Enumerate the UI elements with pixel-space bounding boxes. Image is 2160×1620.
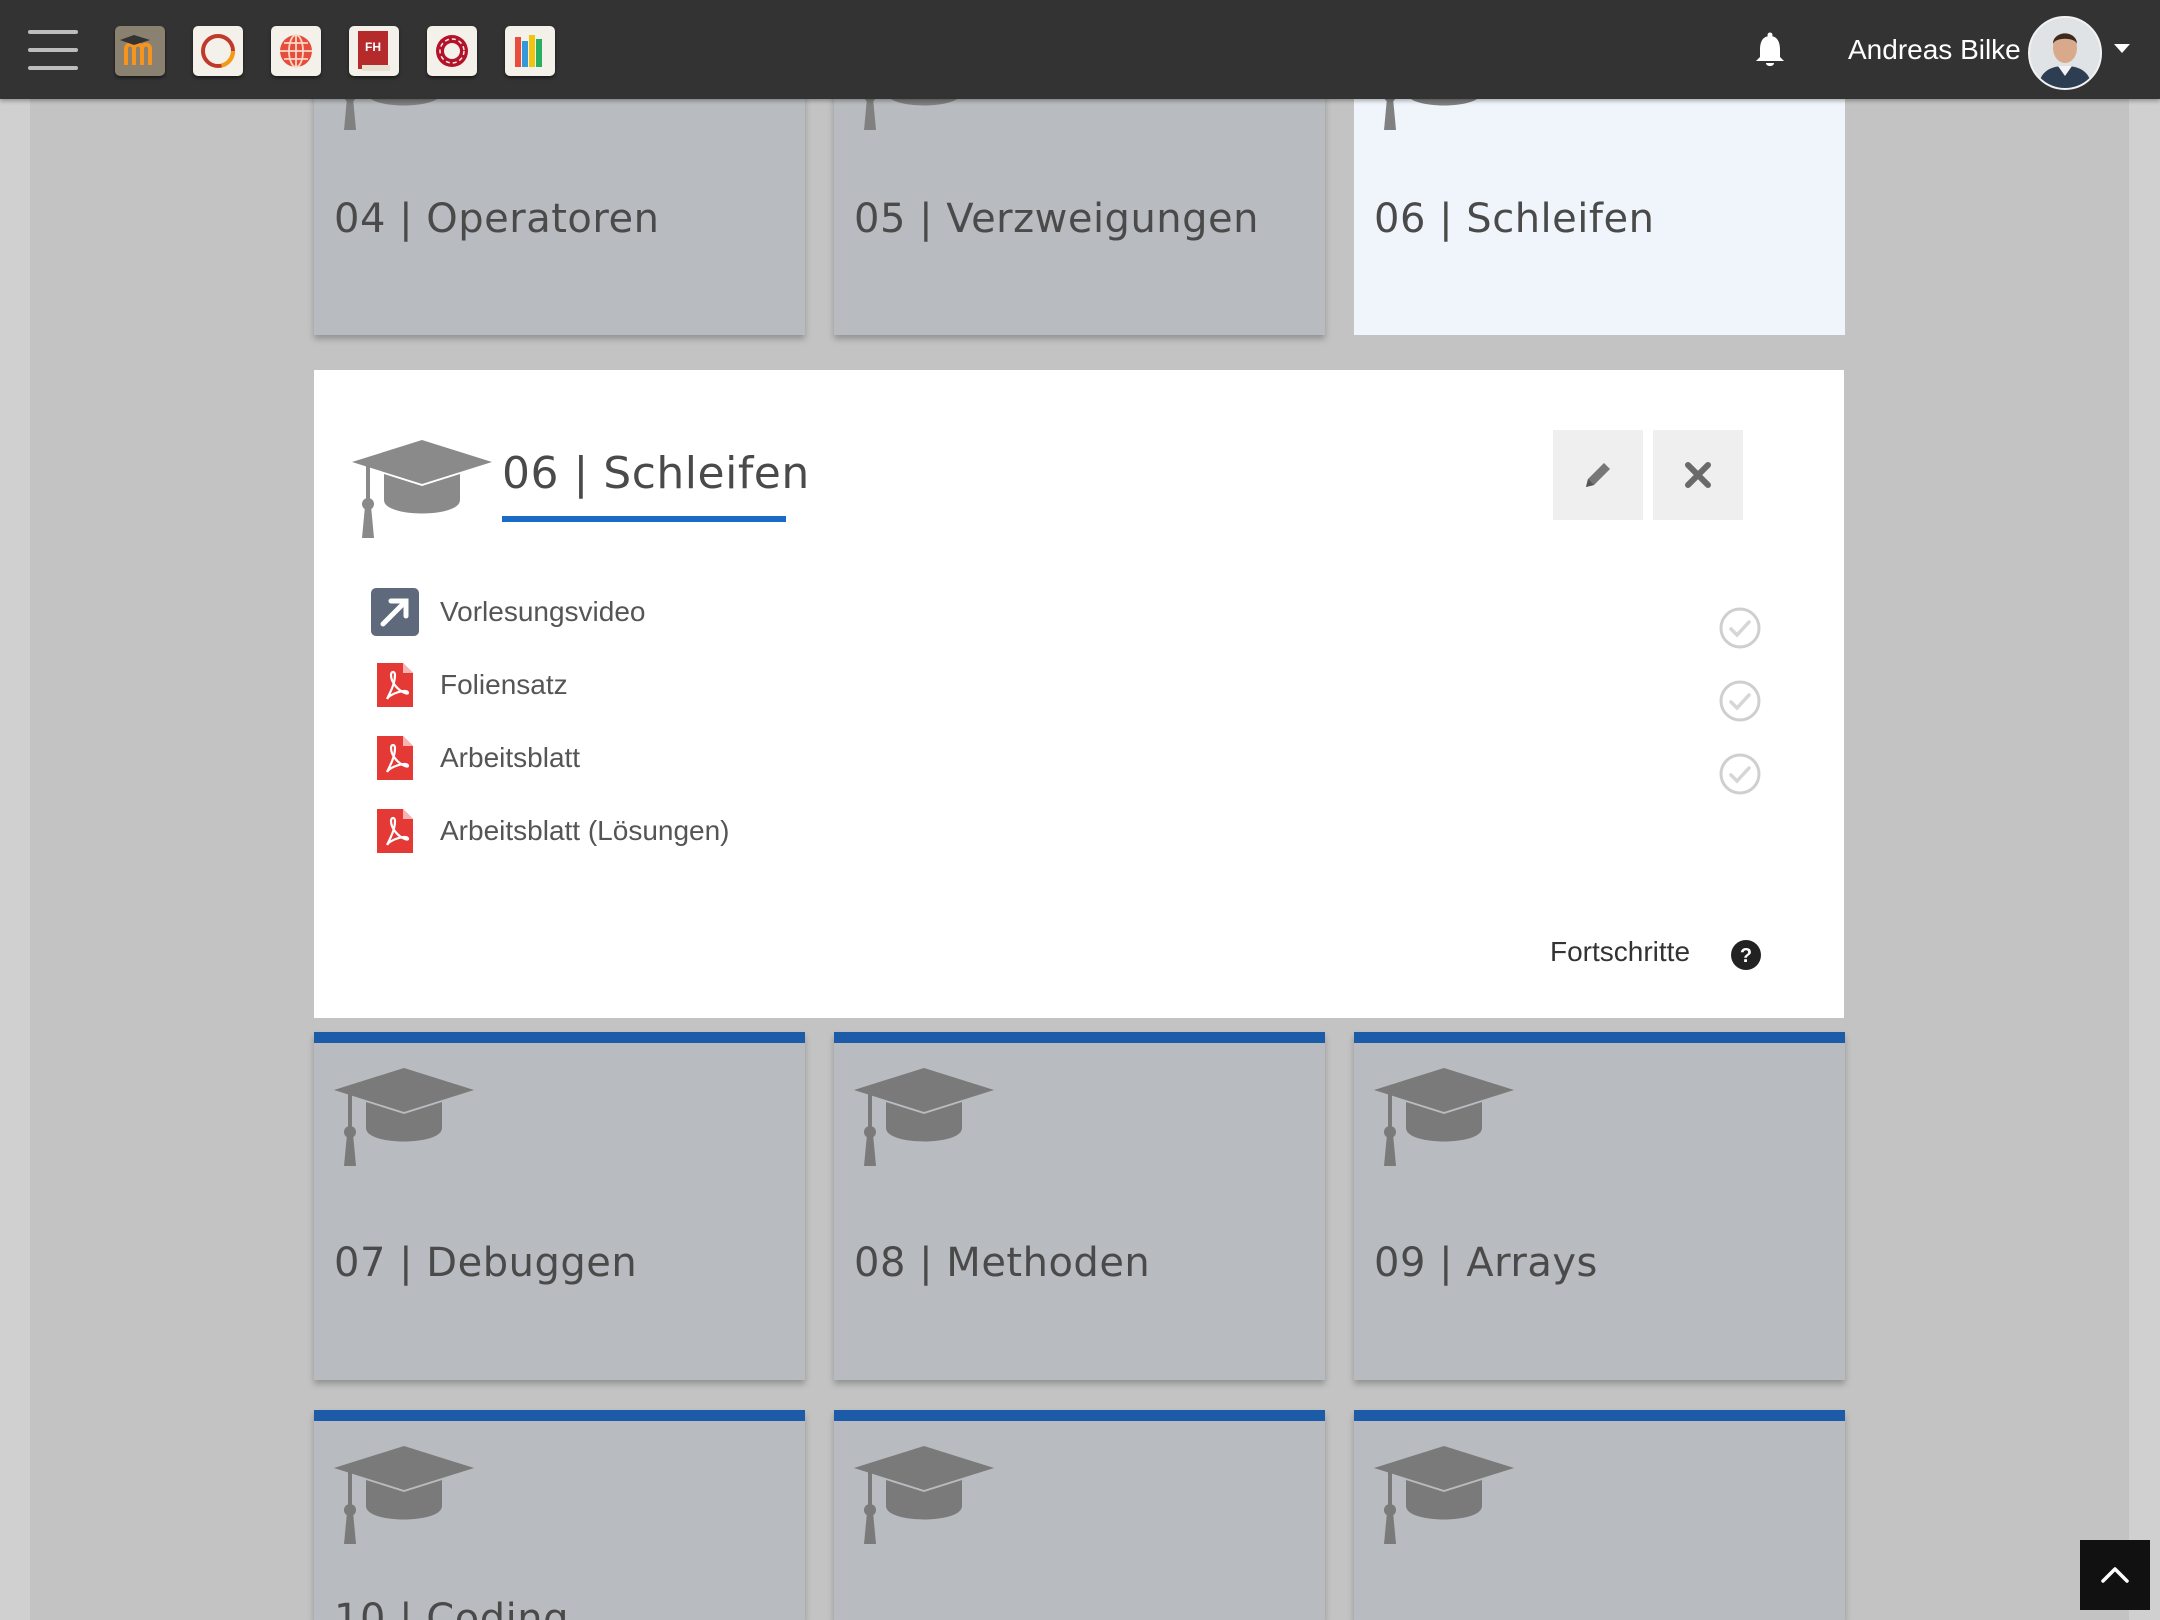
tile-title: 05 | Verzweigungen [854,196,1259,242]
avatar[interactable] [2028,16,2102,90]
graduation-cap-icon [350,438,494,542]
portal-icon[interactable] [427,26,477,76]
moodle-icon[interactable] [115,26,165,76]
menu-toggle-button[interactable] [28,30,78,70]
expanded-section-panel: 06 | Schleifen Vorlesungsvideo Foliensat… [314,370,1844,1018]
graduation-cap-icon [1372,1444,1516,1548]
section-tile-11[interactable] [834,1410,1325,1620]
tile-accent-bar [1354,1410,1845,1421]
tile-accent-bar [314,1032,805,1043]
section-tile-04[interactable]: 04 | Operatoren [314,60,805,335]
activity-link[interactable]: Arbeitsblatt (Lösungen) [440,815,730,847]
fh-book-icon[interactable]: FH [349,26,399,76]
close-section-button[interactable] [1653,430,1743,520]
user-name[interactable]: Andreas Bilke [1848,34,2021,66]
graduation-cap-icon [332,1066,476,1170]
graduation-cap-icon [852,1444,996,1548]
help-icon[interactable]: ? [1730,939,1762,971]
section-title: 06 | Schleifen [502,448,810,499]
section-title-underline [502,516,786,522]
tile-title: 04 | Operatoren [334,196,660,242]
pdf-icon [370,804,420,858]
activity-item[interactable]: Arbeitsblatt [370,731,970,785]
top-navbar: FH Andreas Bilke [0,0,2160,99]
close-icon [1685,462,1711,488]
tile-accent-bar [314,1410,805,1421]
svg-text:FH: FH [365,40,381,54]
section-tile-05[interactable]: 05 | Verzweigungen [834,60,1325,335]
section-tile-10[interactable]: 10 | Coding [314,1410,805,1620]
activity-link[interactable]: Foliensatz [440,669,568,701]
chevron-up-icon [2101,1567,2129,1583]
graduation-cap-icon [852,1066,996,1170]
tile-accent-bar [834,1410,1325,1421]
tile-title: 07 | Debuggen [334,1240,638,1286]
activity-item[interactable]: Foliensatz [370,658,970,712]
graduation-cap-icon [332,1444,476,1548]
section-tile-12[interactable] [1354,1410,1845,1620]
graduation-cap-icon [1372,1066,1516,1170]
tile-accent-bar [1354,1032,1845,1043]
library-icon[interactable] [505,26,555,76]
ring-icon[interactable] [193,26,243,76]
progress-label: Fortschritte [1550,936,1691,967]
activity-item[interactable]: Arbeitsblatt (Lösungen) [370,804,970,858]
url-link-icon [370,585,420,639]
svg-text:?: ? [1740,945,1752,967]
activity-link[interactable]: Vorlesungsvideo [440,596,645,628]
section-tile-07[interactable]: 07 | Debuggen [314,1032,805,1380]
pdf-icon [370,731,420,785]
section-tile-06-active[interactable]: 06 | Schleifen [1354,60,1845,335]
back-to-top-button[interactable] [2080,1540,2150,1610]
pencil-icon [1586,463,1610,487]
activity-item[interactable]: Vorlesungsvideo [370,585,970,639]
tile-title: 10 | Coding [334,1596,569,1620]
completion-check-icon[interactable] [1718,606,1762,650]
tile-title: 08 | Methoden [854,1240,1151,1286]
section-tile-09[interactable]: 09 | Arrays [1354,1032,1845,1380]
tile-title: 09 | Arrays [1374,1240,1598,1286]
pdf-icon [370,658,420,712]
section-tile-08[interactable]: 08 | Methoden [834,1032,1325,1380]
completion-check-icon[interactable] [1718,752,1762,796]
completion-check-icon[interactable] [1718,679,1762,723]
tile-title: 06 | Schleifen [1374,196,1655,242]
tile-accent-bar [834,1032,1325,1043]
notification-bell-icon[interactable] [1750,30,1790,70]
globe-icon[interactable] [271,26,321,76]
edit-section-button[interactable] [1553,430,1643,520]
activity-link[interactable]: Arbeitsblatt [440,742,580,774]
user-menu-caret-icon[interactable] [2114,44,2130,53]
